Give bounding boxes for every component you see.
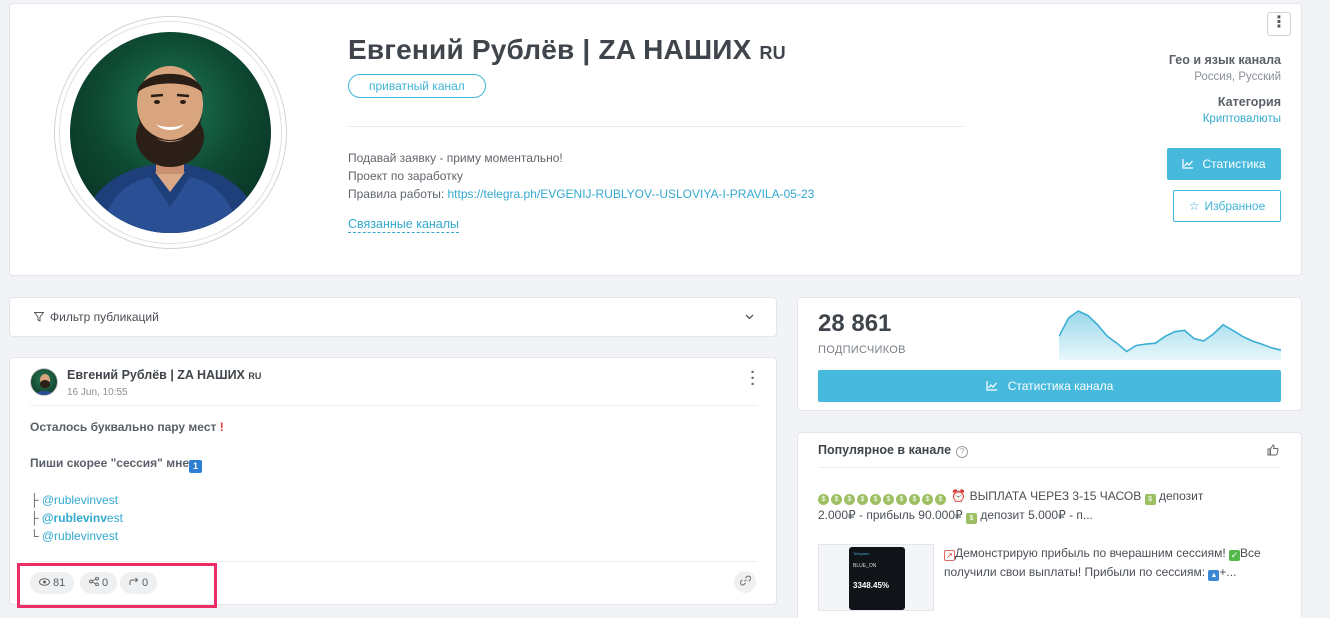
popular-item-thumbnail[interactable]: Telegram BLUE_ON 3348.45% <box>818 544 934 611</box>
money-bag-icon: $ <box>909 494 920 505</box>
money-bag-icon: $ <box>831 494 842 505</box>
post-author-name[interactable]: Евгений Рублёв | ZA НАШИХ RU <box>67 368 261 382</box>
header-divider <box>348 126 964 127</box>
chart-increasing-emoji-icon: ↗ <box>944 550 955 561</box>
post-menu-icon[interactable]: · · · <box>750 365 756 392</box>
filter-label: Фильтр публикаций <box>50 310 159 324</box>
subscribers-count: 28 861 <box>818 310 892 337</box>
money-emoji-icon: $ <box>965 513 977 524</box>
filter-label-wrap: Фильтр публикаций <box>33 310 159 324</box>
avatar-photo <box>80 66 262 233</box>
money-bag-icon: $ <box>883 494 894 505</box>
channel-statistics-button[interactable]: Статистика канала <box>818 370 1281 402</box>
description-line: Подавай заявку - приму моментально! <box>348 151 563 165</box>
money-bag-icon: $ <box>896 494 907 505</box>
alarm-clock-emoji-icon: ⏰ <box>951 489 967 503</box>
popular-divider <box>818 467 1281 468</box>
post-line: Пиши скорее "сессия" мне 1 <box>30 454 224 473</box>
post-date: 16 Jun, 10:55 <box>67 387 128 398</box>
popular-in-channel-card: Популярное в канале? $ $ $ $ $ $ $ $ $ $ ⏰ ВЫПЛАТ… <box>797 432 1302 618</box>
category-link[interactable]: Криптовалюты <box>1203 113 1281 125</box>
check-mark-emoji-icon: ✓ <box>1229 550 1241 561</box>
category-label: Категория <box>1217 95 1281 109</box>
geo-value: Россия, Русский <box>1194 71 1281 83</box>
thumbs-up-icon[interactable] <box>1267 444 1279 459</box>
post-author-avatar[interactable] <box>30 368 58 396</box>
star-icon: ☆ <box>1188 199 1200 213</box>
subscribers-label: ПОДПИСЧИКОВ <box>818 344 906 356</box>
channel-description: Подавай заявку - приму моментально! Прое… <box>348 149 814 203</box>
channel-avatar <box>54 16 287 249</box>
subscribers-sparkline <box>1059 310 1281 360</box>
post-divider <box>30 405 758 406</box>
help-icon[interactable]: ? <box>956 446 969 458</box>
post-mention[interactable]: ├ @rublevinvest <box>30 491 224 509</box>
filter-icon <box>33 312 45 322</box>
category-meta: Категория Криптовалюты <box>1203 95 1281 125</box>
money-bag-icon: $ <box>818 494 829 505</box>
post-footer-divider <box>30 561 758 562</box>
post-mention[interactable]: └ @rublevinvest <box>30 527 224 545</box>
chevron-down-icon <box>745 309 754 323</box>
money-bag-icon: $ <box>857 494 868 505</box>
favorite-button[interactable]: ☆ Избранное <box>1173 190 1281 222</box>
money-bag-icon: $ <box>870 494 881 505</box>
popular-title: Популярное в канале? <box>818 443 969 458</box>
rules-link[interactable]: https://telegra.ph/EVGENIJ-RUBLYOV--USLO… <box>447 187 814 201</box>
geo-label: Гео и язык канала <box>1168 53 1281 67</box>
money-bag-emoji-icon: $ $ $ $ $ $ $ $ $ $ <box>818 489 948 505</box>
post-mention[interactable]: ├ @rublevinvest <box>30 509 224 527</box>
publication-filter[interactable]: Фильтр публикаций <box>9 297 777 337</box>
money-bag-icon: $ <box>922 494 933 505</box>
popular-item[interactable]: $ $ $ $ $ $ $ $ $ $ ⏰ ВЫПЛАТА ЧЕРЕЗ 3-15 ЧАСОВ $ … <box>818 487 1278 525</box>
money-bag-icon: $ <box>935 494 946 505</box>
description-rules-line: Правила работы: https://telegra.ph/EVGEN… <box>348 187 815 201</box>
description-line: Проект по заработку <box>348 169 464 183</box>
statistics-button[interactable]: Статистика <box>1167 148 1281 180</box>
copy-link-icon[interactable] <box>734 571 756 593</box>
geo-meta: Гео и язык канала Россия, Русский <box>1169 53 1281 83</box>
post-body: Осталось буквально пару мест ! Пиши скор… <box>30 418 224 545</box>
exclamation-emoji-icon: ! <box>219 420 224 434</box>
related-channels-link[interactable]: Связанные каналы <box>348 217 460 233</box>
private-channel-badge: приватный канал <box>348 74 486 98</box>
channel-header-card: Евгений Рублёв | ZA НАШИХ RU приватный к… <box>9 3 1302 276</box>
highlight-box <box>17 563 217 608</box>
channel-title: Евгений Рублёв | ZA НАШИХ RU <box>348 34 786 65</box>
line-chart-icon <box>986 381 997 391</box>
keycap-one-emoji-icon: 1 <box>189 460 203 473</box>
money-emoji-icon: $ <box>1144 494 1156 505</box>
post-line: Осталось буквально пару мест ! <box>30 420 224 434</box>
subscribers-card: 28 861 ПОДПИСЧИКОВ Статистика канала <box>797 297 1302 411</box>
money-bag-icon: $ <box>844 494 855 505</box>
channel-menu-button[interactable]: ⋮ <box>1267 12 1291 36</box>
up-arrow-emoji-icon: ▲ <box>1208 570 1220 581</box>
sparkline-area <box>1059 311 1281 360</box>
line-chart-icon <box>1182 159 1194 169</box>
popular-item[interactable]: ↗ Демонстрирую прибыль по вчерашним сесси… <box>944 544 1284 582</box>
